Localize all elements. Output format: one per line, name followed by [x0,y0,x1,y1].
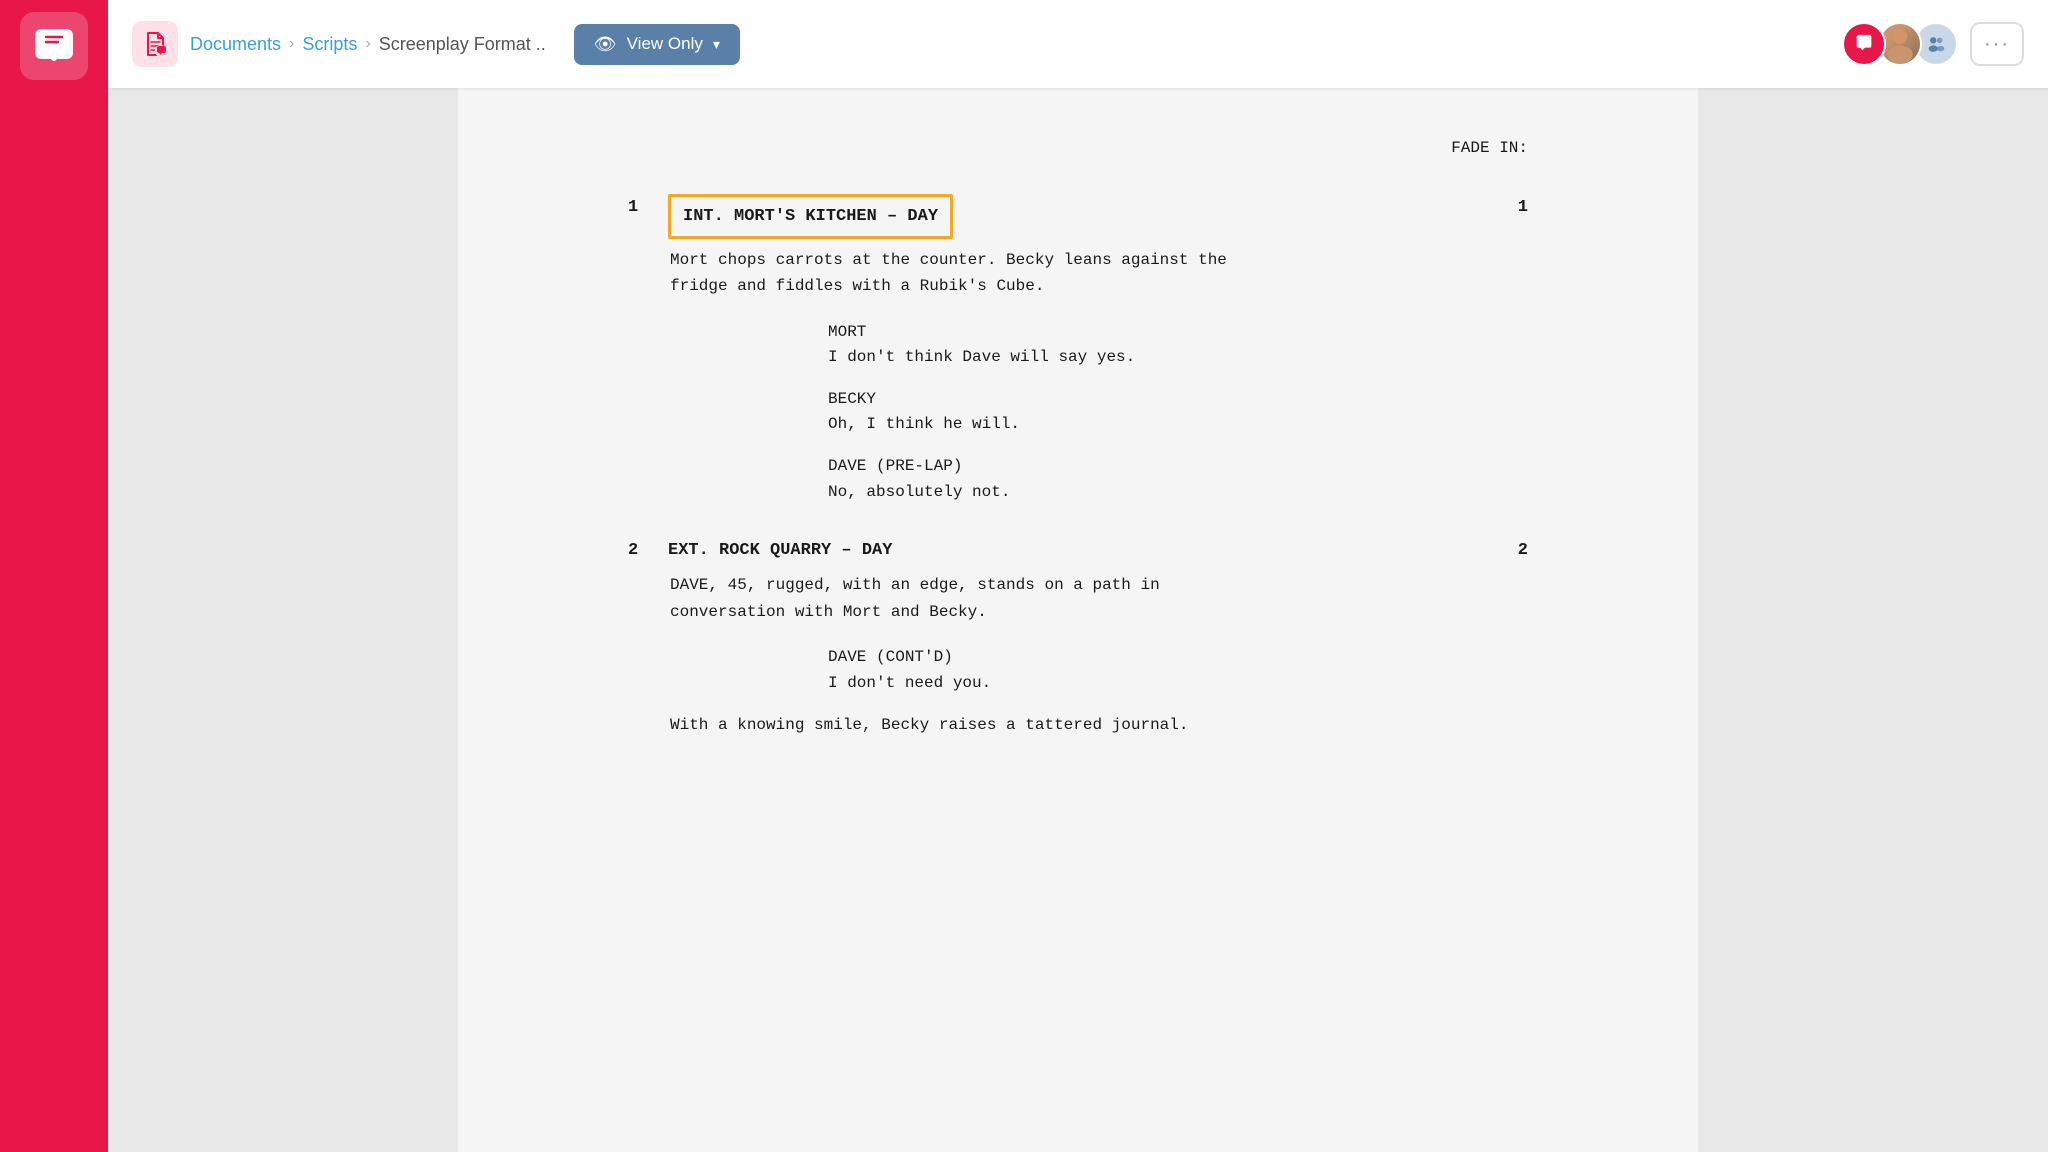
character-dave-contd: DAVE (CONT'D) [828,645,1368,671]
scene-2-heading: EXT. ROCK QUARRY – DAY [668,537,1494,564]
scene-1-number-right: 1 [1494,194,1528,221]
dialogue-becky-line: Oh, I think he will. [828,412,1368,438]
document-area: FADE IN: 1 INT. MORT'S KITCHEN – DAY 1 M… [458,88,1698,1152]
sidebar [0,0,108,1152]
topbar-left: Documents › Scripts › Screenplay Format … [132,21,1842,67]
dialogue-mort: MORT I don't think Dave will say yes. [828,320,1368,371]
screenplay: FADE IN: 1 INT. MORT'S KITCHEN – DAY 1 M… [628,136,1528,739]
document-icon-container [132,21,178,67]
main-content: FADE IN: 1 INT. MORT'S KITCHEN – DAY 1 M… [108,0,2048,1152]
scene-2-heading-row: 2 EXT. ROCK QUARRY – DAY 2 [628,537,1528,564]
scene-1-number-left: 1 [628,194,668,221]
view-only-button[interactable]: 👁 View Only ▾ [574,24,740,65]
dialogue-mort-line: I don't think Dave will say yes. [828,345,1368,371]
scene-2-number-right: 2 [1494,537,1528,564]
breadcrumb-sep-1: › [289,35,294,53]
dialogue-dave-prelap: DAVE (PRE-LAP) No, absolutely not. [828,454,1368,505]
character-dave-prelap: DAVE (PRE-LAP) [828,454,1368,480]
topbar: Documents › Scripts › Screenplay Format … [108,0,2048,88]
topbar-right: ··· [1842,22,2024,66]
scene-1-action: Mort chops carrots at the counter. Becky… [670,247,1528,300]
scene-1-heading-row: 1 INT. MORT'S KITCHEN – DAY 1 [628,194,1528,239]
breadcrumb-documents[interactable]: Documents [190,34,281,55]
chevron-down-icon: ▾ [713,36,720,53]
breadcrumb-sep-2: › [365,35,370,53]
dialogue-becky: BECKY Oh, I think he will. [828,387,1368,438]
breadcrumb: Documents › Scripts › Screenplay Format … [190,34,546,55]
breadcrumb-scripts[interactable]: Scripts [302,34,357,55]
fade-in: FADE IN: [628,136,1528,162]
dialogue-dave-prelap-line: No, absolutely not. [828,480,1368,506]
scene-2-action2: With a knowing smile, Becky raises a tat… [670,712,1528,738]
more-options-button[interactable]: ··· [1970,22,2024,66]
character-becky: BECKY [828,387,1368,413]
scene-1-heading-text: INT. MORT'S KITCHEN – DAY [668,194,953,239]
dialogue-dave-contd: DAVE (CONT'D) I don't need you. [828,645,1368,696]
view-only-label: View Only [627,34,703,54]
avatar-user1 [1842,22,1886,66]
avatar-group [1842,22,1958,66]
document-icon [142,31,168,57]
scene-1-heading: INT. MORT'S KITCHEN – DAY [668,194,1494,239]
scene-2-number-left: 2 [628,537,668,564]
scene-2-action: DAVE, 45, rugged, with an edge, stands o… [670,572,1528,625]
dialogue-dave-contd-line: I don't need you. [828,671,1368,697]
app-logo[interactable] [20,12,88,80]
breadcrumb-current: Screenplay Format .. [379,34,546,55]
eye-icon: 👁 [594,34,617,55]
character-mort: MORT [828,320,1368,346]
